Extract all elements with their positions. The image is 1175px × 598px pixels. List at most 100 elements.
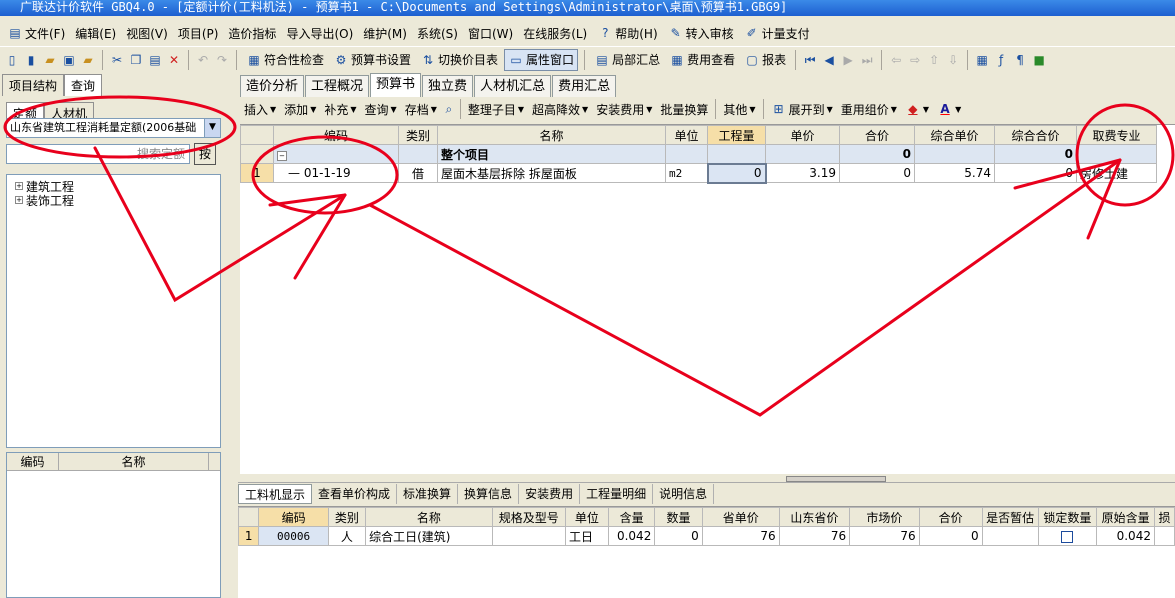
insert-button[interactable]: 插入 ▼	[240, 101, 280, 118]
cut-icon[interactable]: ✂	[109, 52, 125, 68]
quota-library-select[interactable]: 山东省建筑工程消耗量定额(2006基础 ▼	[6, 118, 221, 138]
menu-maintain[interactable]: 维护(M)	[358, 25, 412, 42]
unit-cell[interactable]: m2	[665, 163, 708, 183]
menu-edit[interactable]: 编辑(E)	[70, 25, 121, 42]
col-type[interactable]: 类别	[327, 507, 367, 527]
col-type[interactable]: 类别	[398, 125, 438, 145]
col-qty[interactable]: 数量	[654, 507, 703, 527]
table-row[interactable]: 1 — 01-1-19 借 屋面木基层拆除 拆屋面板 m2 0 3.19 0 5…	[240, 162, 1157, 184]
other-button[interactable]: 其他 ▼	[719, 101, 759, 118]
tab-project-overview[interactable]: 工程概况	[305, 75, 370, 97]
table-row[interactable]: 1 00006 人 综合工日(建筑) 工日 0.042 0 76 76 76 0…	[237, 526, 1175, 546]
col-estimate[interactable]: 是否暂估	[981, 507, 1039, 527]
col-market[interactable]: 市场价	[849, 507, 920, 527]
menu-measure-pay[interactable]: ✐ 计量支付	[739, 25, 815, 42]
estimate-cell[interactable]	[981, 526, 1039, 546]
new-file-icon[interactable]: ▯	[4, 52, 20, 68]
archive-button[interactable]: 存档 ▼	[401, 101, 441, 118]
last-icon[interactable]: ⏭	[859, 52, 875, 68]
organize-items-button[interactable]: 整理子目 ▼	[464, 101, 528, 118]
binoculars-icon[interactable]: ⌕	[441, 101, 457, 117]
lock-qty-cell[interactable]	[1037, 526, 1098, 546]
first-icon[interactable]: ⏮	[802, 52, 818, 68]
chevron-down-icon[interactable]: ▼	[204, 119, 220, 137]
redo-icon[interactable]: ↷	[214, 52, 230, 68]
height-reduction-button[interactable]: 超高降效 ▼	[528, 101, 592, 118]
menu-view[interactable]: 视图(V)	[121, 25, 173, 42]
query-button[interactable]: 查询 ▼	[361, 101, 401, 118]
tree-item-decoration[interactable]: + 装饰工程	[15, 193, 220, 208]
copy-icon[interactable]: ❐	[128, 52, 144, 68]
property-window-button[interactable]: ▭ 属性窗口	[504, 48, 579, 71]
col-name[interactable]: 名称	[437, 125, 666, 145]
tab-quantity-detail[interactable]: 工程量明细	[580, 483, 654, 504]
add-button[interactable]: 添加 ▼	[280, 101, 320, 118]
content-cell[interactable]: 0.042	[607, 526, 656, 546]
budget-settings-button[interactable]: ⚙ 预算书设置	[330, 49, 414, 71]
col-spec[interactable]: 规格及型号	[491, 507, 566, 527]
menu-window[interactable]: 窗口(W)	[463, 25, 518, 42]
menu-import-export[interactable]: 导入导出(O)	[281, 25, 358, 42]
col-loss[interactable]: 损	[1153, 507, 1175, 527]
col-orig-content[interactable]: 原始含量	[1096, 507, 1155, 527]
menu-system[interactable]: 系统(S)	[412, 25, 463, 42]
paragraph-icon[interactable]: ¶	[1012, 52, 1028, 68]
expand-icon[interactable]: +	[15, 182, 23, 190]
col-specialty[interactable]: 取费专业	[1076, 125, 1157, 145]
code-cell[interactable]: 00006	[258, 526, 329, 546]
cube-icon[interactable]: ■	[1031, 52, 1047, 68]
menu-project[interactable]: 项目(P)	[173, 25, 224, 42]
code-cell[interactable]: — 01-1-19	[273, 163, 399, 183]
fill-color-button[interactable]: ◆ ▼	[901, 101, 933, 117]
menu-file[interactable]: ▤ 文件(F)	[2, 25, 70, 42]
col-content[interactable]: 含量	[607, 507, 656, 527]
type-cell[interactable]: 人	[327, 526, 367, 546]
menu-audit[interactable]: ✎ 转入审核	[663, 25, 739, 42]
name-cell[interactable]: 综合工日(建筑)	[365, 526, 493, 546]
tab-convert-info[interactable]: 换算信息	[458, 483, 520, 504]
type-cell[interactable]: 借	[398, 163, 438, 183]
quantity-cell[interactable]: 0	[706, 162, 767, 184]
new-doc-icon[interactable]: ▮	[23, 52, 39, 68]
expand-icon[interactable]: +	[15, 196, 23, 204]
tab-query[interactable]: 查询	[64, 74, 103, 96]
arrow-down-icon[interactable]: ⇩	[945, 52, 961, 68]
tab-labor-summary[interactable]: 人材机汇总	[474, 75, 552, 97]
col-total[interactable]: 合价	[918, 507, 983, 527]
folder-icon[interactable]: ▰	[80, 52, 96, 68]
tab-standard-convert[interactable]: 标准换算	[397, 483, 459, 504]
expand-to-button[interactable]: ⊞ 展开到 ▼	[767, 101, 837, 118]
search-button[interactable]: 按	[194, 143, 216, 165]
unit-cell[interactable]: 工日	[564, 526, 609, 546]
next-icon[interactable]: ▶	[840, 52, 856, 68]
col-lock-qty[interactable]: 锁定数量	[1037, 507, 1098, 527]
col-comp-total[interactable]: 综合合价	[994, 125, 1077, 145]
reuse-price-button[interactable]: 重用组价 ▼	[837, 101, 901, 118]
supplement-button[interactable]: 补充 ▼	[320, 101, 360, 118]
switch-price-button[interactable]: ⇅ 切换价目表	[417, 49, 501, 71]
tab-labor-display[interactable]: 工料机显示	[238, 483, 313, 504]
save-icon[interactable]: ▣	[61, 52, 77, 68]
collapse-cell[interactable]: −	[273, 144, 399, 164]
unit-price-cell[interactable]: 3.19	[765, 163, 840, 183]
prev-icon[interactable]: ◀	[821, 52, 837, 68]
tab-unit-price-composition[interactable]: 查看单价构成	[312, 483, 398, 504]
col-unit[interactable]: 单位	[665, 125, 708, 145]
fee-view-button[interactable]: ▦ 费用查看	[666, 49, 738, 71]
spec-cell[interactable]	[491, 526, 566, 546]
tab-independent-fee[interactable]: 独立费	[422, 75, 474, 97]
collapse-icon[interactable]: −	[277, 151, 287, 161]
menu-help[interactable]: ? 帮助(H)	[592, 25, 662, 42]
compliance-check-button[interactable]: ▦ 符合性检查	[243, 49, 327, 71]
tab-fee-summary[interactable]: 费用汇总	[552, 75, 617, 97]
batch-convert-button[interactable]: 批量换算	[656, 101, 712, 118]
col-unit[interactable]: 单位	[564, 507, 609, 527]
open-folder-icon[interactable]: ▰	[42, 52, 58, 68]
local-summary-button[interactable]: ▤ 局部汇总	[591, 49, 663, 71]
tab-install-fee[interactable]: 安装费用	[519, 483, 581, 504]
font-color-button[interactable]: A ▼	[933, 101, 965, 117]
arrow-up-icon[interactable]: ⇧	[926, 52, 942, 68]
col-quantity[interactable]: 工程量	[707, 125, 766, 145]
group-row[interactable]: − 整个项目 0 0	[240, 144, 1157, 164]
lock-checkbox[interactable]	[1061, 530, 1074, 543]
